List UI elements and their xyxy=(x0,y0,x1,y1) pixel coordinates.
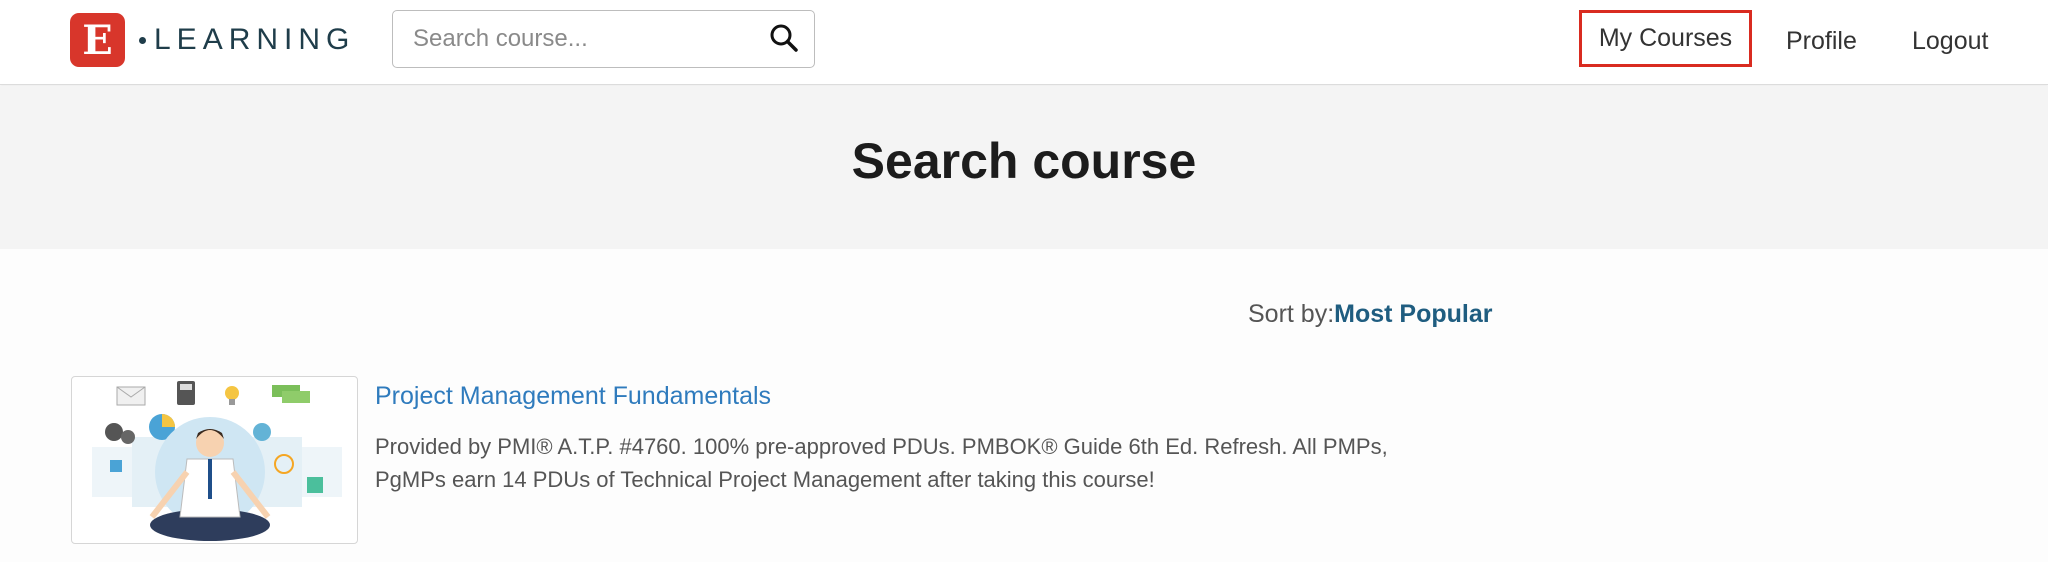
course-thumbnail[interactable] xyxy=(71,376,358,544)
nav-my-courses-label: My Courses xyxy=(1598,24,1733,52)
search-icon[interactable] xyxy=(768,22,800,54)
logo-wordmark: LEARNING xyxy=(154,23,356,56)
search-input[interactable] xyxy=(393,11,753,66)
page-title-band: Search course xyxy=(0,86,2048,249)
nav-profile-label: Profile xyxy=(1786,26,1857,55)
site-logo[interactable]: E LEARNING xyxy=(70,13,355,67)
search-box xyxy=(392,10,815,68)
course-title-link[interactable]: Project Management Fundamentals xyxy=(375,382,771,411)
nav-logout[interactable]: Logout xyxy=(1912,0,1988,82)
page-title: Search course xyxy=(851,133,1197,189)
logo-letter: E xyxy=(82,16,113,64)
sort-dropdown[interactable]: Most Popular xyxy=(1334,300,1492,328)
course-description: Provided by PMI® A.T.P. #4760. 100% pre-… xyxy=(375,430,1455,496)
course-description-line: PgMPs earn 14 PDUs of Technical Project … xyxy=(375,467,1155,492)
logo-dot xyxy=(139,36,146,44)
top-header: E LEARNING My Courses Profile Logout xyxy=(0,0,2048,85)
nav-my-courses[interactable]: My Courses xyxy=(1579,10,1752,67)
nav-logout-label: Logout xyxy=(1912,26,1989,55)
nav-profile[interactable]: Profile xyxy=(1786,0,1857,82)
logo-mark: E xyxy=(70,13,125,67)
sort-control: Sort by:Most Popular xyxy=(1248,300,1493,329)
meditating-businessman-illustration xyxy=(92,381,342,541)
course-description-line: Provided by PMI® A.T.P. #4760. 100% pre-… xyxy=(375,434,1388,459)
sort-label: Sort by: xyxy=(1248,300,1335,328)
